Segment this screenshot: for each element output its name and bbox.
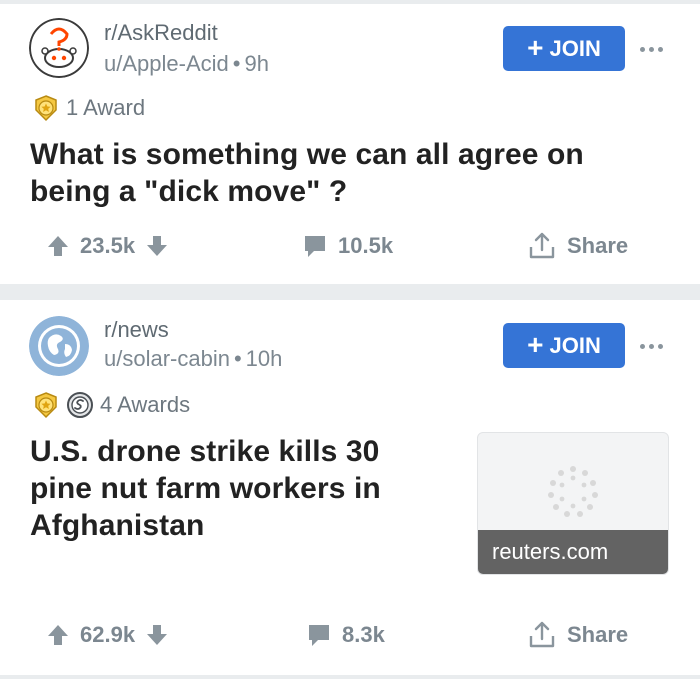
awards-count: 4 Awards xyxy=(100,392,191,417)
comments-count: 10.5k xyxy=(338,233,394,258)
upvote-count: 62.9k xyxy=(80,622,136,647)
share-button[interactable]: Share xyxy=(527,231,628,261)
vote-bar: 62.9k xyxy=(46,622,169,648)
comments-button[interactable]: 8.3k xyxy=(306,622,385,648)
gold-award-icon xyxy=(35,392,57,419)
post-title[interactable]: U.S. drone strike kills 30 pine nut farm… xyxy=(30,433,381,544)
author-link[interactable]: u/solar-cabin xyxy=(104,346,230,371)
title-line: What is something we can all agree on xyxy=(30,138,584,171)
post-title[interactable]: What is something we can all agree on be… xyxy=(30,136,584,210)
post-card[interactable]: r/AskReddit u/Apple-Acid • 9h + JOIN 1 Awa… xyxy=(0,4,700,284)
share-icon xyxy=(529,232,555,259)
awards-row[interactable]: 1 Award xyxy=(32,94,145,122)
reuters-logo-icon xyxy=(548,466,598,517)
post-card[interactable]: r/news u/solar-cabin • 10h + JOIN 4 Awards… xyxy=(0,300,700,675)
plus-icon: + xyxy=(527,328,544,360)
join-button[interactable]: + JOIN xyxy=(503,26,625,71)
vote-bar: 23.5k xyxy=(46,233,169,259)
upvote-icon[interactable] xyxy=(46,234,70,258)
plus-icon: + xyxy=(527,31,544,63)
share-label: Share xyxy=(567,233,629,258)
share-icon xyxy=(529,621,555,648)
post-meta: u/Apple-Acid • 9h xyxy=(104,51,269,77)
upvote-icon[interactable] xyxy=(46,623,70,647)
join-label: JOIN xyxy=(549,332,601,358)
more-options-icon[interactable] xyxy=(640,341,666,351)
link-thumbnail[interactable]: reuters.com xyxy=(477,432,669,575)
join-button[interactable]: + JOIN xyxy=(503,323,625,368)
title-line: pine nut farm workers in xyxy=(30,472,381,505)
subreddit-avatar[interactable] xyxy=(29,316,89,376)
join-label: JOIN xyxy=(549,35,601,61)
share-button[interactable]: Share xyxy=(527,620,628,650)
upvote-count: 23.5k xyxy=(80,233,136,258)
post-meta: u/solar-cabin • 10h xyxy=(104,346,282,372)
askreddit-icon xyxy=(29,18,89,78)
post-age: 10h xyxy=(245,346,283,371)
comments-button[interactable]: 10.5k xyxy=(302,233,393,259)
comment-icon xyxy=(305,236,325,257)
separator-dot: • xyxy=(232,51,241,76)
comments-count: 8.3k xyxy=(342,622,385,647)
title-line: being a "dick move" ? xyxy=(30,175,348,208)
title-line: Afghanistan xyxy=(30,509,205,542)
subreddit-avatar[interactable] xyxy=(29,18,89,78)
subreddit-name[interactable]: r/news xyxy=(104,317,169,343)
comment-icon xyxy=(309,625,329,646)
awards-row[interactable]: 4 Awards xyxy=(32,391,190,419)
separator-dot: • xyxy=(233,346,242,371)
downvote-icon[interactable] xyxy=(145,623,169,647)
author-link[interactable]: u/Apple-Acid xyxy=(104,51,229,76)
post-age: 9h xyxy=(244,51,269,76)
globe-icon xyxy=(29,316,89,376)
link-domain: reuters.com xyxy=(478,530,668,574)
more-options-icon[interactable] xyxy=(640,44,666,54)
gold-award-icon xyxy=(35,95,57,122)
silver-award-icon xyxy=(67,392,93,418)
subreddit-name[interactable]: r/AskReddit xyxy=(104,20,218,46)
title-line: U.S. drone strike kills 30 xyxy=(30,435,380,468)
downvote-icon[interactable] xyxy=(145,234,169,258)
share-label: Share xyxy=(567,622,629,647)
awards-count: 1 Award xyxy=(66,95,146,120)
